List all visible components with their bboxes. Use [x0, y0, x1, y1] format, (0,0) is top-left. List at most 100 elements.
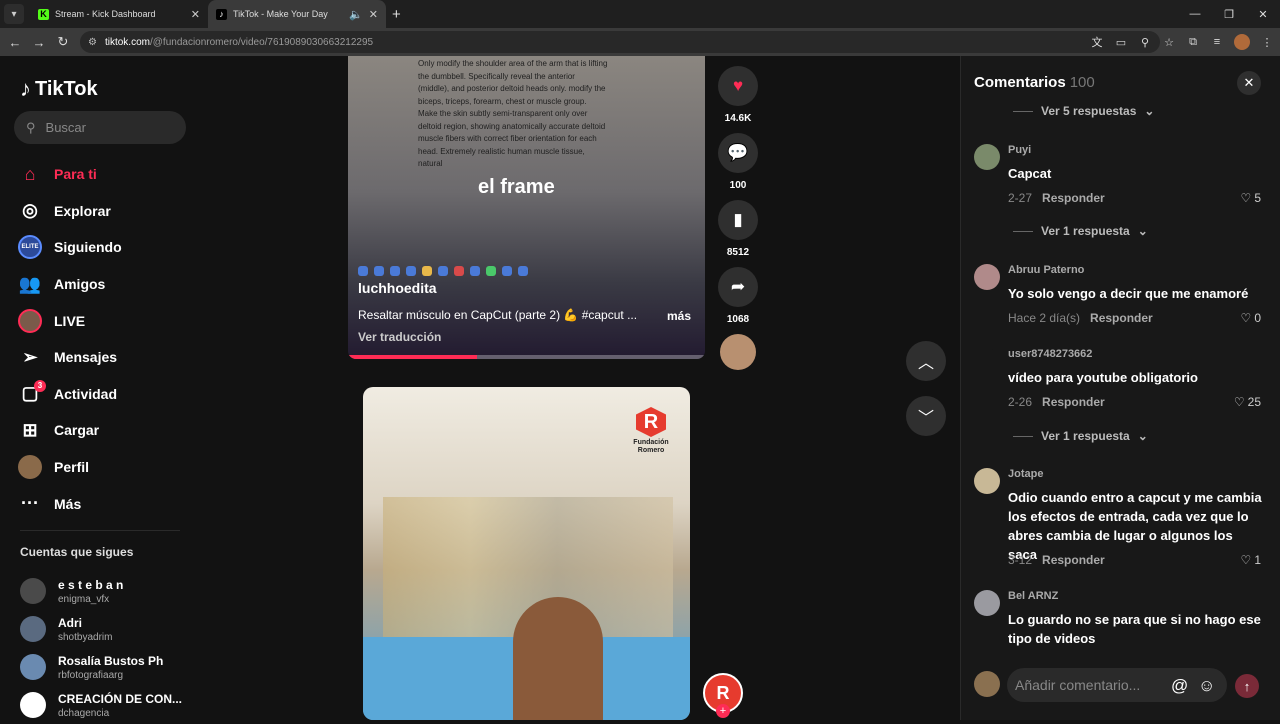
friends-icon: 👥 [18, 273, 42, 294]
address-bar[interactable]: ⚙ tiktok.com /@fundacionromero/video/761… [80, 31, 1160, 53]
comment-icon: 💬 [727, 143, 749, 162]
following-name: e s t e b a n [58, 577, 124, 592]
reply-button[interactable]: Responder [1042, 191, 1105, 205]
video-player[interactable]: Only modify the shoulder area of the arm… [348, 56, 705, 359]
video-description: Resaltar músculo en CapCut (parte 2) 💪 #… [358, 308, 638, 322]
nav-label: Amigos [54, 276, 106, 293]
comment-like-button[interactable]: ♡ 1 [1241, 553, 1261, 567]
nav-para-ti[interactable]: ⌂ Para ti [18, 156, 122, 193]
following-name: Rosalía Bustos Ph [58, 653, 164, 668]
next-video-button[interactable]: ﹀ [906, 396, 946, 436]
restore-icon[interactable]: ❐ [1212, 0, 1246, 28]
nav-actividad[interactable]: ▢ 3 Actividad [18, 376, 122, 413]
media-icon[interactable]: ≡ [1210, 36, 1224, 48]
following-item[interactable]: e s t e b a n enigma_vfx [20, 572, 182, 610]
nav-live[interactable]: LIVE [18, 302, 122, 339]
profile-avatar[interactable] [1234, 34, 1250, 50]
close-tab-icon[interactable]: ✕ [369, 8, 378, 21]
nav-siguiendo[interactable]: ELITE Siguiendo [18, 229, 122, 266]
comment-like-button[interactable]: ♡ 25 [1234, 395, 1261, 409]
close-comments-button[interactable]: ✕ [1237, 71, 1261, 95]
more-button[interactable]: más [667, 309, 691, 323]
forward-icon[interactable]: → [27, 35, 51, 50]
comment-user[interactable]: Jotape [1008, 468, 1043, 480]
video-author[interactable]: luchhoedita [358, 280, 437, 296]
view-replies-link[interactable]: Ver 5 respuestas ⌄ [1013, 104, 1154, 118]
arrow-up-icon: ↑ [1243, 678, 1251, 694]
video-progress-bar[interactable] [348, 355, 705, 359]
zoom-icon[interactable]: ⚲ [1138, 36, 1152, 49]
bookmark-star-icon[interactable]: ☆ [1162, 36, 1176, 49]
comment-like-button[interactable]: ♡ 0 [1241, 311, 1261, 325]
previous-video-button[interactable]: ︿ [906, 341, 946, 381]
send-comment-button[interactable]: ↑ [1235, 674, 1259, 698]
chevron-down-icon: ﹀ [917, 410, 934, 427]
nav-cargar[interactable]: ⊞ Cargar [18, 412, 122, 449]
avatar[interactable] [974, 590, 1000, 616]
translate-icon[interactable]: 文 [1090, 34, 1104, 50]
heart-outline-icon: ♡ [1240, 553, 1252, 567]
nav-explorar[interactable]: ◎ Explorar [18, 193, 122, 230]
chevron-down-icon: ⌄ [1137, 224, 1148, 238]
comment-user[interactable]: user8748273662 [1008, 348, 1092, 360]
close-tab-icon[interactable]: ✕ [191, 8, 200, 21]
nav-mensajes[interactable]: ➢ Mensajes [18, 339, 122, 376]
comment-text: Capcat [1008, 166, 1052, 181]
send-icon: ➢ [22, 346, 38, 367]
following-item[interactable]: CREACIÓN DE CON... dchagencia [20, 686, 182, 724]
tab-kick[interactable]: K Stream - Kick Dashboard ✕ [30, 0, 208, 28]
nav-mas[interactable]: ··· Más [18, 485, 122, 522]
save-button[interactable]: ▮ [718, 200, 758, 240]
comment-user[interactable]: Abruu Paterno [1008, 264, 1084, 276]
comment-like-button[interactable]: ♡ 5 [1241, 191, 1261, 205]
share-button[interactable]: ➦ [718, 267, 758, 307]
following-item[interactable]: Rosalía Bustos Ph rbfotografiaarg [20, 648, 182, 686]
cast-icon[interactable]: ▭ [1114, 36, 1128, 49]
tab-search-icon[interactable]: ▾ [4, 4, 24, 24]
follow-plus-button[interactable]: + [716, 704, 730, 718]
view-replies-link[interactable]: Ver 1 respuesta ⌄ [1013, 429, 1148, 443]
comment-button[interactable]: 💬 [718, 133, 758, 173]
video-overlay-text: Only modify the shoulder area of the arm… [418, 59, 608, 168]
like-button[interactable]: ♥ [718, 66, 758, 106]
chevron-down-icon: ⌄ [1144, 104, 1155, 118]
nav-amigos[interactable]: 👥 Amigos [18, 266, 122, 303]
next-video-player[interactable]: R Fundación Romero [363, 387, 690, 720]
avatar[interactable] [974, 144, 1000, 170]
comment-user[interactable]: Puyi [1008, 144, 1031, 156]
comment-item: Puyi Capcat 2-27 Responder ♡ 5 [974, 144, 1269, 274]
nav-perfil[interactable]: Perfil [18, 449, 122, 486]
translate-button[interactable]: Ver traducción [358, 330, 441, 344]
reply-button[interactable]: Responder [1042, 553, 1105, 567]
comment-input[interactable]: Añadir comentario... [1007, 668, 1227, 702]
live-avatar-icon [18, 308, 42, 333]
mention-icon[interactable]: @ [1171, 676, 1188, 696]
comment-user[interactable]: Bel ARNZ [1008, 590, 1058, 602]
creator-avatar[interactable] [720, 334, 756, 370]
extensions-icon[interactable]: ⧉ [1186, 36, 1200, 49]
minimize-icon[interactable]: — [1178, 0, 1212, 28]
tab-tiktok[interactable]: ♪ TikTok - Make Your Day 🔈 ✕ [208, 0, 386, 28]
search-placeholder: Buscar [45, 120, 86, 135]
site-info-icon[interactable]: ⚙ [88, 37, 97, 48]
home-icon: ⌂ [24, 163, 36, 184]
emoji-icon[interactable]: ☺ [1198, 676, 1215, 696]
comment-text: vídeo para youtube obligatorio [1008, 370, 1198, 385]
avatar[interactable] [974, 264, 1000, 290]
reload-icon[interactable]: ↻ [51, 34, 75, 50]
bookmark-icon: ▮ [733, 210, 743, 229]
reply-button[interactable]: Responder [1090, 311, 1153, 325]
mute-tab-icon[interactable]: 🔈 [349, 8, 363, 21]
view-replies-link[interactable]: Ver 1 respuesta ⌄ [1013, 224, 1148, 238]
search-input[interactable]: ⚲ Buscar [14, 111, 186, 144]
like-count: 14.6K [724, 113, 752, 124]
following-item[interactable]: Adri shotbyadrim [20, 610, 182, 648]
menu-icon[interactable]: ⋮ [1260, 36, 1274, 49]
new-tab-button[interactable]: + [392, 6, 401, 23]
back-icon[interactable]: ← [3, 35, 27, 50]
avatar[interactable] [974, 468, 1000, 494]
reply-button[interactable]: Responder [1042, 395, 1105, 409]
tiktok-logo[interactable]: ♪ TikTok [20, 76, 98, 102]
avatar[interactable] [974, 348, 1000, 374]
close-window-icon[interactable]: ✕ [1246, 0, 1280, 28]
